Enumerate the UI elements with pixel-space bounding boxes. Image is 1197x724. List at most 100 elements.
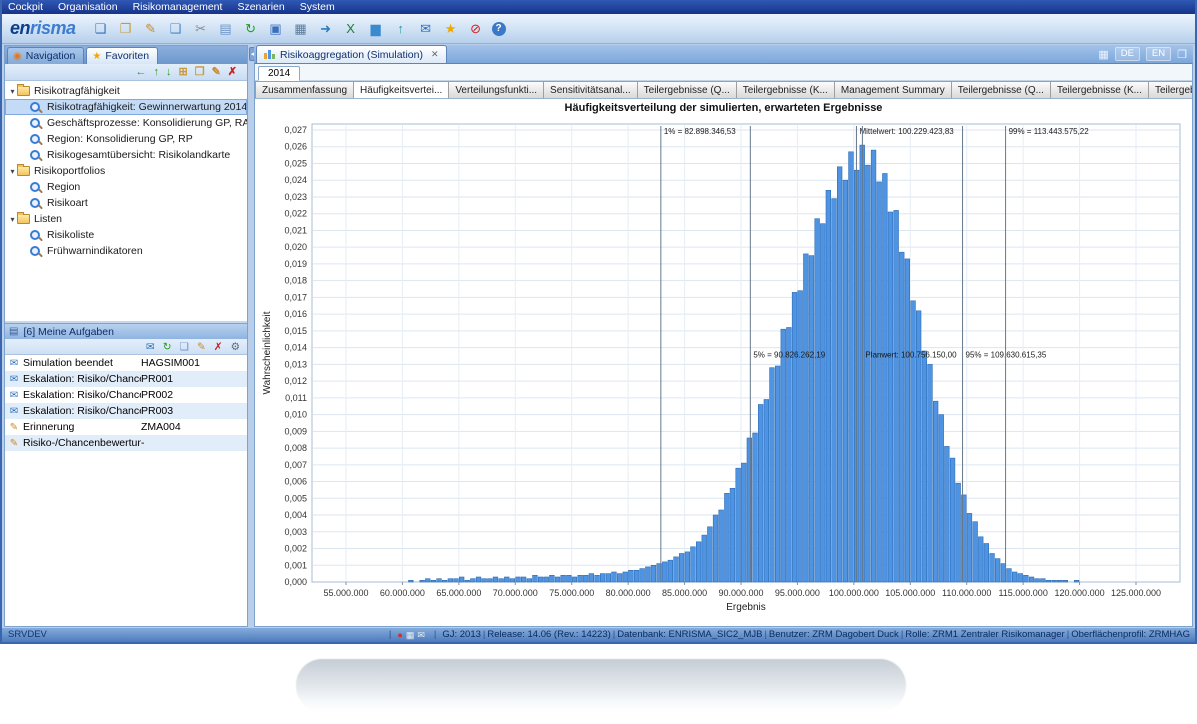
histogram-bar bbox=[605, 573, 611, 583]
subtab-sensitivitätsanal[interactable]: Sensitivitätsanal... bbox=[544, 81, 638, 98]
marker-label: 99% = 113.443.575,22 bbox=[1009, 127, 1090, 136]
status-error-icon[interactable]: ● bbox=[397, 630, 402, 640]
edit-favorite-icon[interactable]: ✎ bbox=[212, 65, 221, 80]
move-up-icon[interactable]: ↑ bbox=[153, 65, 159, 80]
language-en-button[interactable]: EN bbox=[1145, 47, 1172, 61]
task-delete-icon[interactable]: ✗ bbox=[214, 341, 223, 353]
histogram-bar bbox=[628, 569, 634, 583]
subtab-zusammenfassung[interactable]: Zusammenfassung bbox=[255, 81, 355, 98]
mail-icon[interactable]: ✉ bbox=[417, 20, 435, 38]
task-settings-icon[interactable]: ⚙ bbox=[231, 341, 240, 353]
add-favorite-icon[interactable]: ⊞ bbox=[178, 65, 187, 80]
histogram-bar bbox=[616, 573, 623, 583]
tab-favoriten[interactable]: ★ Favoriten bbox=[86, 47, 159, 64]
favorite-star-icon[interactable]: ★ bbox=[442, 20, 460, 38]
tree-item-risikogesamtübersicht-risikolandkarte[interactable]: Risikogesamtübersicht: Risikolandkarte bbox=[5, 147, 247, 163]
status-segments: GJ: 2013 | Release: 14.06 (Rev.: 14223) | Da… bbox=[442, 628, 1190, 642]
subtab-verteilungsfunkti[interactable]: Verteilungsfunkti... bbox=[449, 81, 545, 98]
new-document-icon[interactable]: ❏ bbox=[92, 20, 110, 38]
stop-icon[interactable]: ⊘ bbox=[467, 20, 485, 38]
x-tick-label: 70.000.000 bbox=[493, 588, 538, 598]
close-tab-icon[interactable]: ✕ bbox=[431, 49, 439, 60]
result-subtabs: Zusammenfassung Häufigkeitsvertei... Verte… bbox=[255, 81, 1192, 99]
expander-icon: ▾ bbox=[10, 86, 15, 96]
move-left-icon[interactable]: ← bbox=[135, 65, 146, 80]
status-info: | ● ▦ ✉ | GJ: 2013 | Release: 14.06 (Rev.: 1… bbox=[387, 628, 1195, 643]
histogram-bar bbox=[735, 467, 741, 583]
tree-item-risikoliste[interactable]: Risikoliste bbox=[5, 227, 247, 243]
add-folder-icon[interactable]: ❐ bbox=[195, 65, 205, 80]
simulation-view: 2014 Zusammenfassung Häufigkeitsvertei...… bbox=[254, 63, 1193, 627]
tree-item-risikotragfähigkeit-gewinnerwartung-2014[interactable]: Risikotragfähigkeit: Gewinnerwartung 201… bbox=[5, 99, 247, 115]
task-refresh-icon[interactable]: ↻ bbox=[163, 341, 172, 353]
menu-szenarien[interactable]: Szenarien bbox=[237, 1, 284, 13]
subtab-teilergebnisse-q[interactable]: Teilergebnisse (Q... bbox=[637, 81, 737, 98]
tree-item-frühwarnindikatoren[interactable]: Frühwarnindikatoren bbox=[5, 243, 247, 259]
task-mail-icon[interactable]: ✉ bbox=[146, 341, 155, 353]
menu-risikomanagement[interactable]: Risikomanagement bbox=[133, 1, 223, 13]
move-down-icon[interactable]: ↓ bbox=[166, 65, 172, 80]
tree-item-risikotragfähigkeit[interactable]: ▾ Risikotragfähigkeit bbox=[5, 83, 247, 99]
cut-icon[interactable]: ✂ bbox=[192, 20, 210, 38]
task-row[interactable]: ✉ Simulation beendet HAGSIM001 bbox=[5, 355, 247, 371]
subtab-teilergebnisse-k[interactable]: Teilergebnisse (K... bbox=[1050, 81, 1149, 98]
tree-item-risikoart[interactable]: Risikoart bbox=[5, 195, 247, 211]
status-mail-icon[interactable]: ✉ bbox=[417, 630, 425, 640]
histogram-bar bbox=[780, 328, 786, 583]
task-label: Eskalation: Risiko/Chance bbox=[23, 373, 141, 385]
tab-risikoaggregation-simulation[interactable]: Risikoaggregation (Simulation) ✕ bbox=[256, 45, 447, 63]
task-row[interactable]: ✎ Risiko-/Chancenbewertung - bbox=[5, 435, 247, 451]
task-edit-icon[interactable]: ✎ bbox=[197, 341, 206, 353]
histogram-bar bbox=[865, 164, 871, 583]
paste-icon[interactable]: ▤ bbox=[217, 20, 235, 38]
open-folder-icon[interactable]: ❐ bbox=[117, 20, 135, 38]
menu-organisation[interactable]: Organisation bbox=[58, 1, 118, 13]
language-de-button[interactable]: DE bbox=[1114, 47, 1140, 61]
edit-icon[interactable]: ✎ bbox=[142, 20, 160, 38]
chart-icon[interactable]: ▆ bbox=[367, 20, 385, 38]
histogram-bar bbox=[560, 574, 566, 583]
tree-item-region[interactable]: Region bbox=[5, 179, 247, 195]
tree-item-risikoportfolios[interactable]: ▾ Risikoportfolios bbox=[5, 163, 247, 179]
tab-navigation[interactable]: ◉ Navigation bbox=[7, 47, 85, 64]
task-row[interactable]: ✉ Eskalation: Risiko/Chance PR001 bbox=[5, 371, 247, 387]
task-label: Simulation beendet bbox=[23, 357, 113, 369]
separator: | bbox=[1066, 629, 1070, 640]
status-save-icon[interactable]: ▦ bbox=[406, 630, 415, 640]
subtab-management-summary[interactable]: Management Summary bbox=[834, 81, 952, 98]
histogram-bar bbox=[831, 198, 837, 583]
subtab-teilergebnisse-q[interactable]: Teilergebnisse (Q... bbox=[1148, 81, 1192, 98]
window-shadow bbox=[296, 659, 906, 712]
print-icon[interactable]: ▦ bbox=[292, 20, 310, 38]
subtab-häufigkeitsvertei[interactable]: Häufigkeitsvertei... bbox=[354, 81, 450, 98]
tab-year-2014[interactable]: 2014 bbox=[258, 66, 301, 81]
tree-item-region-konsolidierung-gp-rp[interactable]: Region: Konsolidierung GP, RP bbox=[5, 131, 247, 147]
histogram-bar bbox=[825, 190, 831, 583]
copy-icon[interactable]: ❑ bbox=[167, 20, 185, 38]
excel-export-icon[interactable]: X bbox=[342, 20, 360, 38]
task-row[interactable]: ✉ Eskalation: Risiko/Chance PR003 bbox=[5, 403, 247, 419]
subtab-teilergebnisse-q[interactable]: Teilergebnisse (Q... bbox=[951, 81, 1051, 98]
tree-item-geschäftsprozesse-konsolidierung-gp-ra[interactable]: Geschäftsprozesse: Konsolidierung GP, RA bbox=[5, 115, 247, 131]
export-icon[interactable]: ➜ bbox=[317, 20, 335, 38]
menu-system[interactable]: System bbox=[300, 1, 335, 13]
task-open-icon[interactable]: ❏ bbox=[180, 341, 189, 353]
save-icon[interactable]: ▣ bbox=[267, 20, 285, 38]
detach-window-icon[interactable]: ❐ bbox=[1177, 48, 1187, 61]
x-tick-label: 85.000.000 bbox=[662, 588, 707, 598]
subtab-teilergebnisse-k[interactable]: Teilergebnisse (K... bbox=[736, 81, 835, 98]
help-icon[interactable]: ? bbox=[491, 21, 506, 36]
layout-icon[interactable]: ▦ bbox=[1098, 48, 1108, 61]
task-row[interactable]: ✉ Eskalation: Risiko/Chance PR002 bbox=[5, 387, 247, 403]
y-tick-label: 0,006 bbox=[284, 477, 307, 487]
histogram-bar bbox=[1062, 579, 1068, 583]
menu-cockpit[interactable]: Cockpit bbox=[8, 1, 43, 13]
delete-favorite-icon[interactable]: ✗ bbox=[228, 65, 237, 80]
task-row[interactable]: ✎ Erinnerung ZMA004 bbox=[5, 419, 247, 435]
tree-item-listen[interactable]: ▾ Listen bbox=[5, 211, 247, 227]
expander-icon: ▾ bbox=[10, 166, 15, 176]
histogram-bar bbox=[978, 536, 984, 583]
results-histogram: 0,000 0,001 0,002 0,003 0,004 0,005 0,006 0,007… bbox=[262, 123, 1181, 613]
upload-icon[interactable]: ↑ bbox=[392, 20, 410, 38]
refresh-icon[interactable]: ↻ bbox=[242, 20, 260, 38]
